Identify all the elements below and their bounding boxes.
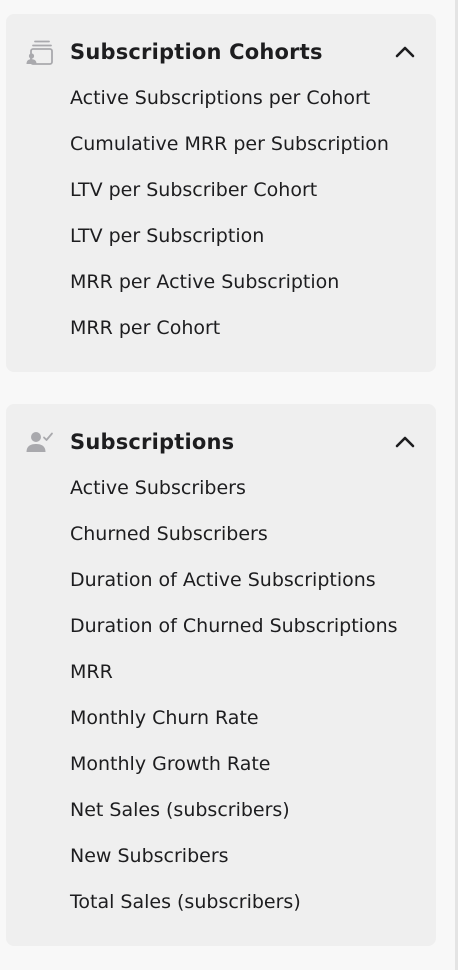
subscription-cohorts-header[interactable]: Subscription Cohorts <box>6 36 436 68</box>
list-item[interactable]: MRR per Active Subscription <box>70 269 389 315</box>
list-item[interactable]: Monthly Churn Rate <box>70 705 398 751</box>
list-item[interactable]: Churned Subscribers <box>70 521 398 567</box>
list-item[interactable]: MRR <box>70 659 398 705</box>
list-item[interactable]: LTV per Subscription <box>70 223 389 269</box>
list-item[interactable]: Active Subscribers <box>70 475 398 521</box>
user-check-icon <box>25 428 55 456</box>
list-item[interactable]: MRR per Cohort <box>70 315 389 361</box>
list-item[interactable]: Active Subscriptions per Cohort <box>70 85 389 131</box>
list-item[interactable]: LTV per Subscriber Cohort <box>70 177 389 223</box>
list-item[interactable]: Cumulative MRR per Subscription <box>70 131 389 177</box>
subscription-cohorts-section: Subscription Cohorts Active Subscription… <box>6 14 436 372</box>
chevron-up-icon[interactable] <box>392 42 418 62</box>
list-item[interactable]: Net Sales (subscribers) <box>70 797 398 843</box>
stacked-cards-user-icon <box>25 38 55 66</box>
list-item[interactable]: Total Sales (subscribers) <box>70 889 398 935</box>
list-item[interactable]: Duration of Active Subscriptions <box>70 567 398 613</box>
subscriptions-list: Active Subscribers Churned Subscribers D… <box>70 475 398 935</box>
list-item[interactable]: Duration of Churned Subscriptions <box>70 613 398 659</box>
list-item[interactable]: Monthly Growth Rate <box>70 751 398 797</box>
subscriptions-header[interactable]: Subscriptions <box>6 426 436 458</box>
list-item[interactable]: New Subscribers <box>70 843 398 889</box>
subscription-cohorts-list: Active Subscriptions per Cohort Cumulati… <box>70 85 389 361</box>
section-title: Subscriptions <box>70 430 235 454</box>
section-title: Subscription Cohorts <box>70 40 323 64</box>
subscriptions-section: Subscriptions Active Subscribers Churned… <box>6 404 436 946</box>
chevron-up-icon[interactable] <box>392 432 418 452</box>
